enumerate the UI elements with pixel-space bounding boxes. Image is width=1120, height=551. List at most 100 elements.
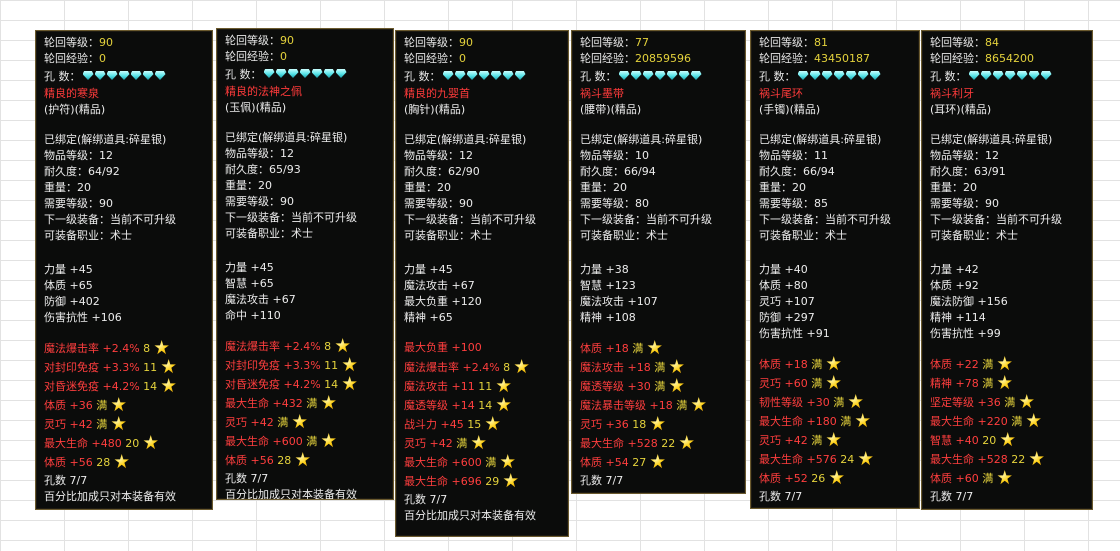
item-name: 精良的法神之佩 (225, 85, 302, 98)
affix-name: 魔法攻击 (580, 361, 624, 374)
affix-value: +36 (974, 396, 1005, 409)
item-info-line: 下一级装备：当前不可升级 (930, 213, 1062, 226)
star-icon (848, 394, 863, 409)
holes-label: 孔 数： (44, 70, 81, 83)
star-icon (111, 397, 126, 412)
affix-level: 20 (125, 437, 140, 450)
item-info-line: 物品等级：12 (44, 149, 113, 162)
affix-value: +4.2% (280, 378, 325, 391)
lunhui-level-label: 轮回等级： (930, 36, 985, 49)
lunhui-exp-row: 轮回经验：20859596 (580, 51, 691, 67)
affix-level: 8 (143, 342, 151, 355)
affix-level: 14 (143, 380, 158, 393)
affix-name: 精神 (930, 377, 952, 390)
base-stat: 精神 +108 (580, 311, 636, 324)
star-icon (342, 376, 357, 391)
gem-icon (502, 71, 514, 80)
affix-row: 灵巧 +36 18 (580, 416, 665, 433)
item-name: 精良的九婴首 (404, 87, 470, 100)
star-icon (485, 416, 500, 431)
affix-name: 灵巧 (759, 377, 781, 390)
gem-icon (968, 71, 980, 80)
base-stat: 智慧 +123 (580, 279, 636, 292)
gem-icon (478, 71, 490, 80)
base-stat: 力量 +42 (930, 263, 979, 276)
affix-row: 韧性等级 +30 满 (759, 394, 863, 411)
item-info-line: 下一级装备：当前不可升级 (404, 213, 536, 226)
star-icon (855, 413, 870, 428)
affix-value: +600 (269, 435, 307, 448)
equipment-tooltip-belt: 轮回等级：77 轮回经验：20859596 孔 数： 祸斗墨带 (腰带)(精品) 已绑定(… (571, 30, 746, 494)
item-info-line: 下一级装备：当前不可升级 (44, 213, 176, 226)
holes-label: 孔 数： (404, 70, 441, 83)
star-icon (500, 454, 515, 469)
affix-row: 灵巧 +42 满 (759, 432, 841, 449)
star-icon (295, 452, 310, 467)
affix-value: +2.4% (459, 361, 504, 374)
lunhui-level-value: 90 (99, 36, 113, 49)
affix-level: 满 (982, 377, 994, 390)
gem-icon (454, 71, 466, 80)
lunhui-level-row: 轮回等级：90 (225, 33, 294, 49)
affix-name: 最大生命 (759, 453, 803, 466)
gem-slots (797, 69, 882, 85)
gem-icon (1028, 71, 1040, 80)
item-info-line: 已绑定(解绑道具:碎星银) (404, 133, 527, 146)
affix-row: 最大生命 +528 22 (580, 435, 694, 452)
base-stat: 力量 +45 (44, 263, 93, 276)
star-icon (1000, 432, 1015, 447)
star-icon (1029, 451, 1044, 466)
lunhui-exp-row: 轮回经验：0 (404, 51, 466, 67)
item-info-line: 已绑定(解绑道具:碎星银) (44, 133, 167, 146)
affix-name: 对封印免疫 (44, 361, 99, 374)
affix-level: 满 (632, 342, 644, 355)
affix-row: 战斗力 +45 15 (404, 416, 500, 433)
affix-row: 灵巧 +42 满 (404, 435, 486, 452)
affix-value: +42 (426, 437, 457, 450)
item-info-line: 重量：20 (404, 181, 451, 194)
affix-row: 体质 +52 26 (759, 470, 844, 487)
equipment-tooltip-brooch: 轮回等级：90 轮回经验：0 孔 数： 精良的九婴首 (胸针)(精品) 已绑定(解绑道具:… (395, 30, 569, 537)
lunhui-exp-label: 轮回经验： (580, 52, 635, 65)
affix-level: 满 (811, 377, 823, 390)
affix-value: +42 (781, 434, 812, 447)
gem-slots (618, 69, 703, 85)
affix-level: 满 (96, 418, 108, 431)
affix-row: 对封印免疫 +3.3% 11 (44, 359, 176, 376)
affix-level: 22 (1011, 453, 1026, 466)
star-icon (496, 397, 511, 412)
item-info-line: 需要等级：90 (404, 197, 473, 210)
gem-icon (82, 71, 94, 80)
item-info-line: 耐久度：64/92 (44, 165, 120, 178)
item-info-line: 重量：20 (930, 181, 977, 194)
lunhui-exp-label: 轮回经验： (44, 52, 99, 65)
affix-value: +696 (448, 475, 486, 488)
affix-row: 精神 +78 满 (930, 375, 1012, 392)
affix-level: 满 (654, 380, 666, 393)
lunhui-level-label: 轮回等级： (759, 36, 814, 49)
affix-row: 最大生命 +480 20 (44, 435, 158, 452)
item-info-line: 耐久度：65/93 (225, 163, 301, 176)
affix-name: 最大生命 (225, 435, 269, 448)
star-icon (496, 378, 511, 393)
affix-value: +18 (646, 399, 677, 412)
star-icon (114, 454, 129, 469)
star-icon (503, 473, 518, 488)
item-info-line: 重量：20 (44, 181, 91, 194)
gem-icon (130, 71, 142, 80)
star-icon (858, 451, 873, 466)
affix-value: +30 (624, 380, 655, 393)
affix-value: +54 (602, 456, 633, 469)
gem-slots (263, 67, 348, 83)
item-info-line: 耐久度：66/94 (759, 165, 835, 178)
star-icon (826, 356, 841, 371)
equipment-tooltip-bracelet: 轮回等级：81 轮回经验：43450187 孔 数： 祸斗尾环 (手镯)(精品) 已绑定(… (750, 30, 920, 509)
affix-row: 灵巧 +42 满 (44, 416, 126, 433)
lunhui-exp-value: 0 (99, 52, 106, 65)
affix-name: 魔法攻击 (404, 380, 448, 393)
base-stat: 力量 +40 (759, 263, 808, 276)
gem-icon (311, 69, 323, 78)
lunhui-level-value: 90 (280, 34, 294, 47)
item-info-line: 可装备职业：术士 (225, 227, 313, 240)
star-icon (1019, 394, 1034, 409)
